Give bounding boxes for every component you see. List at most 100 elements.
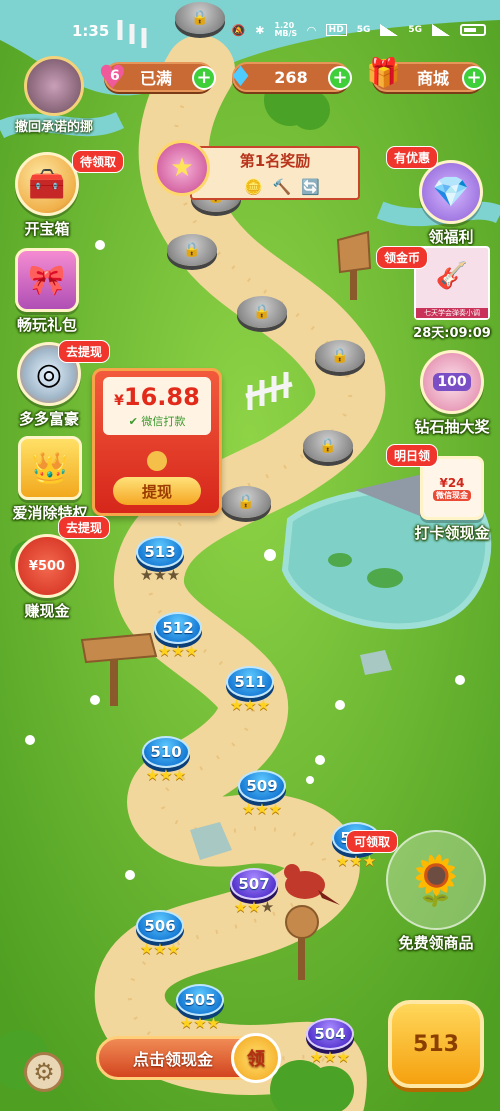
- feature-label: 打卡领现金: [414, 524, 490, 542]
- badge-go-withdraw-2[interactable]: 去提现: [58, 516, 111, 539]
- shop-plus-icon[interactable]: +: [462, 66, 486, 90]
- cash-envelope-icon: ¥500: [15, 534, 79, 598]
- wechat-payout: ✔ 微信打款: [128, 415, 186, 428]
- wifi-icon: ◠: [307, 23, 316, 37]
- level-node[interactable]: 511 ★★★: [226, 666, 274, 714]
- shop-button[interactable]: 🎁 商城 +: [366, 56, 486, 92]
- bluetooth-icon: ✱: [255, 23, 265, 37]
- star-icon: ★: [171, 642, 185, 660]
- level-node[interactable]: 505 ★★★: [176, 984, 224, 1032]
- cash-value: ¥500: [28, 558, 66, 574]
- star-icon: ★: [193, 1014, 207, 1032]
- level-number[interactable]: 509: [238, 770, 286, 802]
- level-node[interactable]: 512 ★★★: [154, 612, 202, 660]
- coin-icon: 🪙: [244, 178, 273, 196]
- badge-go-withdraw[interactable]: 去提现: [58, 340, 111, 363]
- level-stars: ★★★: [158, 642, 198, 660]
- withdraw-button[interactable]: 提现: [113, 477, 201, 505]
- gift-box-icon: 🎀: [15, 248, 79, 312]
- feature-label: 开宝箱: [24, 220, 70, 238]
- feature-checkin-cash[interactable]: ¥24 微信现金 打卡领现金: [406, 456, 498, 543]
- star-icon: ★: [145, 766, 160, 784]
- signal-icon: [380, 24, 399, 36]
- star-icon: ★: [260, 898, 275, 916]
- play-level-number: 513: [413, 1031, 459, 1057]
- diamonds-count: 268: [274, 67, 308, 87]
- add-diamonds-button[interactable]: +: [328, 66, 352, 90]
- crown-card-icon: 👑: [18, 436, 82, 500]
- collect-cash-button[interactable]: 点击领现金 领: [96, 1033, 281, 1083]
- diamond-icon: ♦: [228, 60, 254, 93]
- diamonds-pill[interactable]: ♦ 268 +: [228, 60, 352, 93]
- feature-earn-cash[interactable]: ¥500 赚现金: [4, 534, 90, 621]
- feature-label: 赚现金: [24, 602, 70, 620]
- network-5g-label-2: 5G: [408, 25, 422, 35]
- level-number[interactable]: 510: [142, 736, 190, 768]
- envelope-seal-icon: [147, 451, 167, 471]
- status-time: 1:35: [72, 22, 110, 40]
- hearts-pill[interactable]: ♥ 6 已满 +: [98, 58, 216, 96]
- level-stars: ★★★: [336, 852, 376, 870]
- badge-discount[interactable]: 有优惠: [386, 146, 439, 169]
- level-node[interactable]: 509 ★★★: [238, 770, 286, 818]
- add-hearts-button[interactable]: +: [192, 66, 216, 90]
- countdown-label: 28天:09:09: [413, 326, 491, 341]
- level-node[interactable]: 506 ★★★: [136, 910, 184, 958]
- level-number[interactable]: 513: [136, 536, 184, 568]
- feature-play-gift-pack[interactable]: 🎀 畅玩礼包: [4, 248, 90, 335]
- star-icon: ★: [233, 898, 248, 916]
- first-prize-banner[interactable]: 第1名奖励 🪙🔨🔄 ★: [150, 140, 360, 206]
- avatar-block[interactable]: 撤回承诺的挪: [4, 56, 104, 135]
- level-stars: ★★★: [140, 566, 180, 584]
- amount-value: 16.88: [123, 383, 200, 411]
- star-icon: ★: [172, 766, 187, 784]
- feature-diamond-lottery[interactable]: 100 钻石抽大奖: [406, 350, 498, 437]
- level-node[interactable]: 507 ★★★: [230, 868, 278, 916]
- level-node[interactable]: 504 ★★★: [306, 1018, 354, 1066]
- freebie-label: 免费领商品: [398, 934, 474, 952]
- battery-icon: [460, 24, 486, 36]
- badge-get-coins[interactable]: 领金币: [376, 246, 429, 269]
- level-stars: ★★★: [140, 940, 180, 958]
- level-node[interactable]: 513 ★★★: [136, 536, 184, 584]
- level-stars: ★★★: [230, 696, 270, 714]
- level-number[interactable]: 512: [154, 612, 202, 644]
- badge-tomorrow[interactable]: 明日领: [386, 444, 439, 467]
- level-node[interactable]: 510 ★★★: [142, 736, 190, 784]
- star-icon: ★: [206, 1014, 221, 1032]
- badge-claimable[interactable]: 可领取: [346, 830, 399, 853]
- star-icon: ★: [166, 566, 181, 584]
- feature-welfare[interactable]: 💎 领福利: [408, 160, 494, 247]
- level-number[interactable]: 507: [230, 868, 278, 900]
- status-bar: 1:35 🔕 ✱ 1.20 MB/S ◠ HD 5G 5G: [0, 0, 500, 48]
- star-icon: ★: [255, 800, 269, 818]
- avatar[interactable]: [24, 56, 84, 116]
- signal-icon-2: [432, 24, 450, 36]
- envelope-amount: ¥16.88: [103, 383, 211, 411]
- collect-label: 点击领现金: [132, 1050, 213, 1069]
- star-icon: ★: [256, 696, 271, 714]
- star-icon: ★: [139, 940, 154, 958]
- feature-privilege[interactable]: 👑 爱消除特权: [0, 436, 100, 523]
- network-5g-label: 5G: [356, 25, 371, 35]
- settings-gear-icon[interactable]: ⚙: [24, 1052, 64, 1092]
- level-number[interactable]: 511: [226, 666, 274, 698]
- checkin-sub: 微信现金: [433, 489, 471, 501]
- treasure-chest-icon: 🧰: [15, 152, 79, 216]
- badge-to-claim[interactable]: 待领取: [72, 150, 125, 173]
- play-level-button[interactable]: 513: [388, 1000, 484, 1088]
- star-icon: ★: [153, 940, 167, 958]
- prize-items: 🪙🔨🔄: [244, 178, 330, 196]
- star-icon: ★: [349, 852, 363, 870]
- star-icon: ★: [241, 800, 256, 818]
- locked-level: 🔒: [237, 296, 287, 328]
- level-number[interactable]: 505: [176, 984, 224, 1016]
- star-icon: ★: [362, 852, 377, 870]
- level-number[interactable]: 506: [136, 910, 184, 942]
- star-icon: ★: [184, 642, 199, 660]
- cash-red-envelope[interactable]: ¥16.88 ✔ 微信打款 提现: [92, 368, 222, 516]
- level-stars: ★★★: [310, 1048, 350, 1066]
- star-icon: ★: [268, 800, 283, 818]
- currency-symbol: ¥: [114, 393, 124, 409]
- level-number[interactable]: 504: [306, 1018, 354, 1050]
